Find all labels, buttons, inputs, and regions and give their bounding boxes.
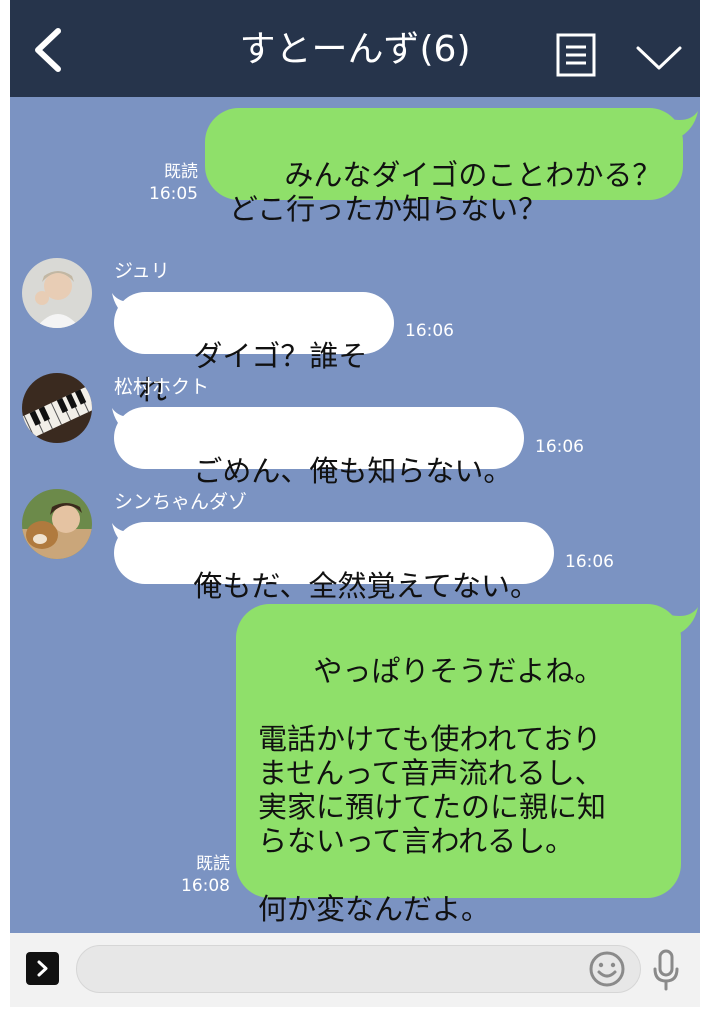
my-message-bubble[interactable]: みんなダイゴのことわかる？ どこ行ったか知らない？: [205, 108, 683, 226]
their-message-bubble[interactable]: 俺もだ、全然覚えてない。: [114, 522, 554, 603]
message-text: ごめん、俺も知らない。: [193, 454, 513, 488]
message-time: 16:08: [181, 876, 230, 896]
avatar-image: [22, 373, 92, 443]
expand-button[interactable]: [26, 952, 59, 985]
avatar-image: [22, 489, 92, 559]
their-message-bubble[interactable]: ごめん、俺も知らない。: [114, 407, 524, 488]
chevron-left-icon: [35, 28, 61, 72]
read-label: 既読: [164, 162, 198, 182]
read-status: 既読 16:05: [134, 161, 198, 205]
sender-name: 松村ホクト: [114, 376, 210, 398]
message-input-bar: [10, 933, 700, 1007]
read-status: 既読 16:08: [166, 853, 230, 897]
emoji-button[interactable]: [588, 950, 626, 988]
chat-title: すとーんず(6): [239, 29, 471, 70]
message-input[interactable]: [76, 945, 641, 993]
collapse-button[interactable]: [634, 40, 684, 74]
chat-area[interactable]: 既読 16:05 みんなダイゴのことわかる？ どこ行ったか知らない？ ジュリ ダ…: [10, 97, 700, 933]
message-text: 俺もだ、全然覚えてない。: [193, 569, 539, 603]
bubble-tail: [670, 111, 698, 139]
message-time: 16:06: [405, 321, 454, 341]
message-time: 16:05: [149, 184, 198, 204]
microphone-icon: [653, 949, 679, 991]
message-text: みんなダイゴのことわかる？ どこ行ったか知らない？: [229, 158, 662, 226]
microphone-button[interactable]: [651, 949, 681, 991]
bottom-margin: [0, 1007, 706, 1021]
back-button[interactable]: [28, 25, 72, 75]
chat-header: すとーんず(6): [10, 0, 700, 97]
chat-screen: すとーんず(6) 既読 16:05 みんなダイゴのことわかる？ どこ行ったか知ら…: [0, 0, 706, 1021]
chevron-right-icon: [37, 960, 48, 977]
smiley-icon: [589, 951, 625, 987]
avatar[interactable]: [22, 489, 92, 559]
read-label: 既読: [196, 854, 230, 874]
message-text: やっぱりそうだよね。 電話かけても使われており ませんって音声流れるし、 実家に…: [258, 654, 607, 926]
menu-button[interactable]: [556, 33, 596, 77]
avatar-image: [22, 258, 92, 328]
avatar[interactable]: [22, 373, 92, 443]
message-time: 16:06: [565, 552, 614, 572]
message-time: 16:06: [535, 437, 584, 457]
their-message-bubble[interactable]: ダイゴ？誰それ: [114, 292, 394, 407]
avatar[interactable]: [22, 258, 92, 328]
sender-name: ジュリ: [114, 260, 170, 282]
sender-name: シンちゃんダゾ: [114, 491, 248, 513]
my-message-bubble[interactable]: やっぱりそうだよね。 電話かけても使われており ませんって音声流れるし、 実家に…: [236, 604, 681, 926]
list-menu-icon: [556, 33, 596, 77]
chevron-down-icon: [636, 46, 682, 70]
bubble-tail: [670, 607, 698, 635]
